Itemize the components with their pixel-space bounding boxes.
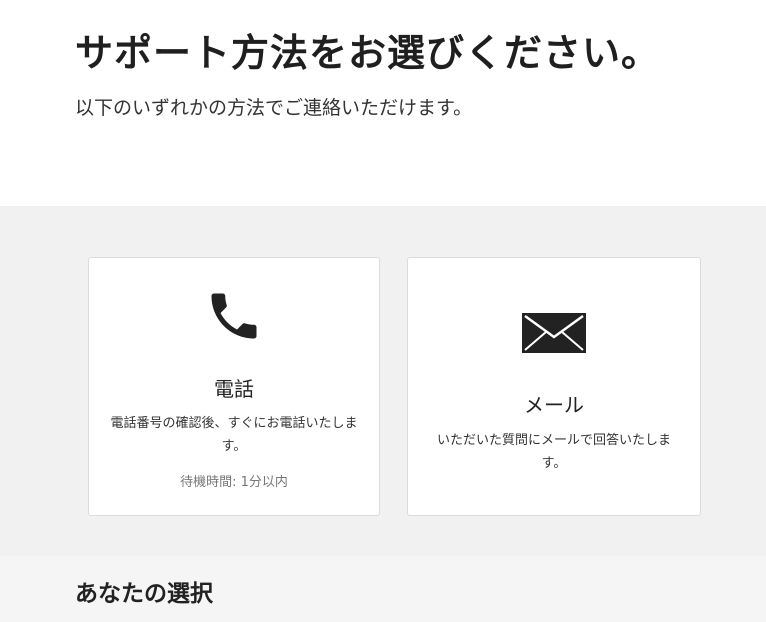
mail-option-card[interactable]: メール いただいた質問にメールで回答いたします。: [407, 257, 701, 516]
selection-title: あなたの選択: [75, 581, 213, 607]
page-header: サポート方法をお選びください。 以下のいずれかの方法でご連絡いただけます。: [0, 0, 766, 206]
page-subtitle: 以下のいずれかの方法でご連絡いただけます。: [75, 97, 473, 119]
phone-option-title: 電話: [214, 377, 254, 401]
page-title: サポート方法をお選びください。: [75, 31, 661, 75]
mail-option-title: メール: [524, 393, 584, 417]
phone-wait-time: 待機時間: 1分以内: [180, 475, 288, 490]
phone-option-card[interactable]: 電話 電話番号の確認後、すぐにお電話いたします。 待機時間: 1分以内: [88, 257, 380, 516]
support-options: 電話 電話番号の確認後、すぐにお電話いたします。 待機時間: 1分以内 メール …: [0, 206, 766, 556]
envelope-icon: [408, 313, 700, 353]
selection-section: あなたの選択: [0, 556, 766, 622]
mail-option-description: いただいた質問にメールで回答いたします。: [436, 433, 671, 471]
phone-option-description: 電話番号の確認後、すぐにお電話いたします。: [110, 416, 358, 454]
phone-icon: [89, 286, 379, 346]
